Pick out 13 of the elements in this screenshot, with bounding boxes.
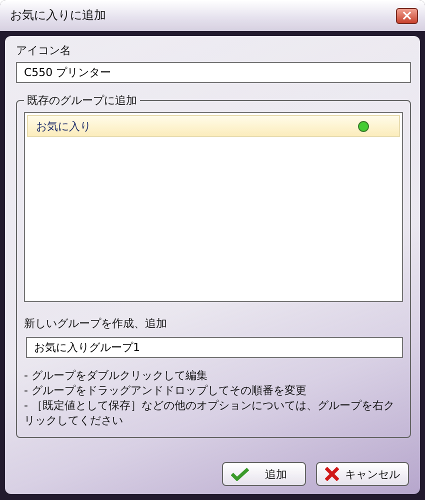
hint-text: - グループをダブルクリックして編集 [24,368,208,383]
new-group-field[interactable]: お気に入りグループ1 [26,337,403,358]
field-label: 新しいグループを作成、追加 [24,316,168,331]
add-button[interactable]: 追加 [222,462,306,486]
group-legend: 既存のグループに追加 [24,93,140,108]
group-item[interactable]: お気に入り [27,115,400,137]
hint-text: - グループをドラッグアンドドロップしてその順番を変更 [24,383,308,398]
group-list[interactable]: お気に入り [24,112,403,302]
field-label: アイコン名 [16,43,72,58]
icon-name-field[interactable]: C550 プリンター [16,62,411,83]
hint-text: - ［既定値として保存］などの他のオプションについては、グループを右クリックしてください [24,398,396,428]
window-title: お気に入りに追加 [10,7,106,24]
cancel-button[interactable]: キャンセル [316,462,409,486]
